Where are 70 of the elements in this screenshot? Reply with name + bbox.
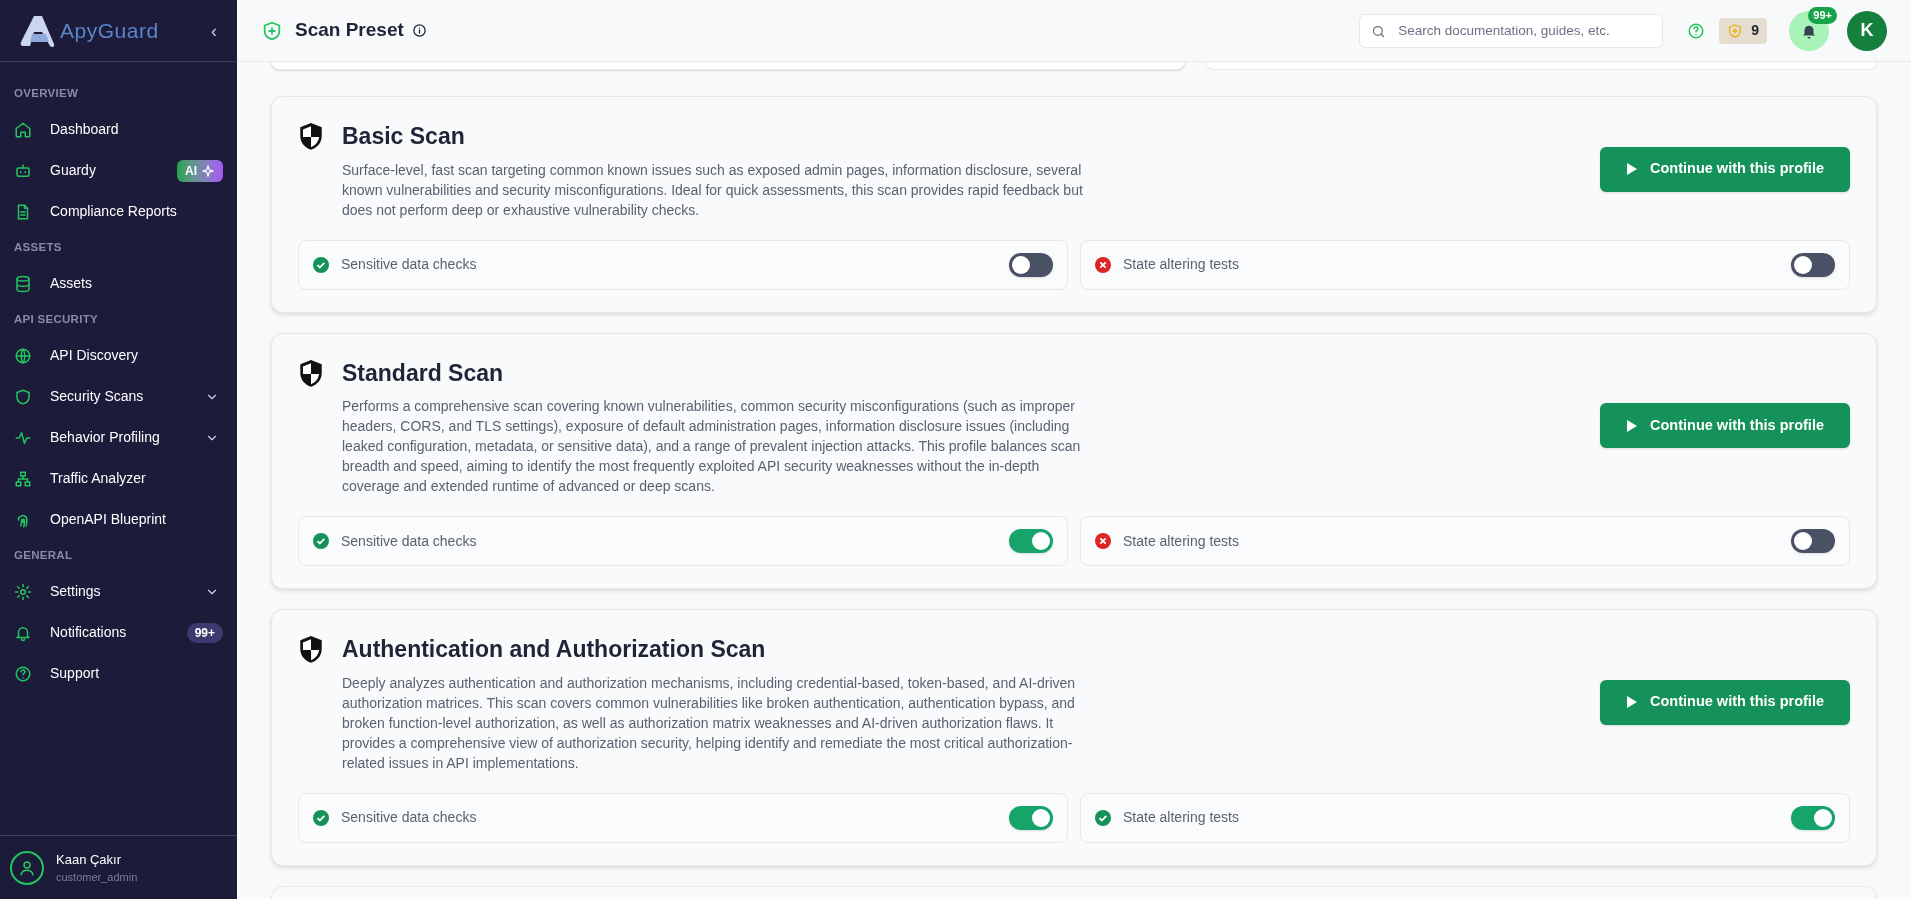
toggle-switch[interactable] — [1009, 529, 1053, 553]
card-title: Authentication and Authorization Scan — [342, 635, 767, 664]
robot-icon — [14, 161, 32, 180]
network-icon — [14, 469, 32, 488]
nav-item[interactable]: Traffic Analyzer — [6, 458, 231, 499]
shield-icon — [298, 358, 324, 389]
avatar[interactable] — [10, 850, 44, 885]
section-heading: API SECURITY — [13, 311, 99, 327]
option-label: State altering tests — [1123, 531, 1240, 551]
brand-name: ApyGuard — [60, 17, 159, 44]
user-role: customer_admin — [56, 870, 138, 885]
toggle-switch[interactable] — [1009, 252, 1053, 277]
user-name: Kaan Çakır — [56, 850, 123, 869]
count-badge: 99+ — [186, 622, 223, 643]
nav-item[interactable]: Dashboard — [6, 109, 231, 150]
toggle-switch[interactable] — [1791, 529, 1835, 553]
search-field[interactable]: Search documentation, guides, etc. — [1359, 13, 1664, 48]
nav-item[interactable]: Assets — [6, 263, 231, 304]
toggle-switch[interactable] — [1009, 805, 1053, 830]
toggle-switch[interactable] — [1791, 805, 1835, 830]
nav-item[interactable]: Behavior Profiling — [6, 417, 231, 458]
option-label: State altering tests — [1123, 808, 1240, 827]
section-heading: OVERVIEW — [13, 85, 80, 101]
shield-icon — [298, 635, 324, 665]
card-title: Basic Scan — [342, 122, 466, 151]
option-label: Sensitive data checks — [341, 255, 478, 274]
logo-icon — [20, 13, 56, 48]
play-icon — [1626, 418, 1638, 433]
play-icon — [1626, 162, 1638, 177]
shield-plus-icon — [1727, 22, 1744, 39]
section-heading: GENERAL — [13, 547, 74, 563]
card-description: Deeply analyzes authentication and authorization mechanisms, including credential-based, token-based, and AI-driven authorization matrices. This scan covers common vulnerabilities like broken authentication, authentication bypass, and broken function-level authorization, as well as authorization matrix weaknesses and AI-driven authorization flaws. It provides a comprehensive view of authorization security, helping identify and remediate the most critical authorization-related issues in API implementations. — [342, 673, 1077, 773]
help-icon — [14, 664, 32, 683]
database-icon — [14, 274, 32, 293]
shield-icon — [14, 387, 32, 406]
avatar[interactable]: K — [1847, 10, 1887, 51]
option-label: State altering tests — [1123, 255, 1240, 274]
shield-plus-icon — [261, 19, 283, 42]
home-icon — [14, 120, 32, 139]
toggle-switch[interactable] — [1791, 252, 1835, 277]
option-label: Sensitive data checks — [341, 531, 478, 551]
card-description: Performs a comprehensive scan covering known vulnerabilities, common security misconfigurations (such as improper headers, CORS, and TLS settings), exposure of default administration pages, information disclosure issues (including leaked configuration, metadata, or sensitive data), and a range of prevalent injection attacks. This profile balances scan breadth and speed, aiming to identify the most frequently exploited API security weaknesses without the in-depth coverage and extended runtime of advanced or deep scans. — [342, 397, 1082, 496]
nav-item[interactable]: Support — [6, 653, 231, 694]
play-icon — [1626, 695, 1638, 710]
search-icon — [1371, 23, 1387, 39]
info-icon — [411, 23, 427, 38]
ai-badge: AI — [177, 159, 223, 182]
nav-item[interactable]: Guardy AI — [6, 150, 231, 191]
option-label: Sensitive data checks — [341, 808, 478, 827]
nav-item[interactable]: Compliance Reports — [6, 191, 231, 232]
continue-button[interactable]: Continue with this profile — [1600, 146, 1850, 192]
continue-button[interactable]: Continue with this profile — [1600, 679, 1850, 725]
nav-item[interactable]: Notifications 99+ — [6, 612, 231, 653]
page-title: Scan Preset — [295, 18, 404, 43]
globe-icon — [14, 346, 32, 365]
shield-icon — [298, 122, 324, 152]
section-heading: ASSETS — [13, 239, 63, 255]
collapse-button[interactable]: ‹ — [211, 21, 217, 40]
credits-badge: 9 — [1719, 17, 1767, 44]
nav-item[interactable]: OpenAPI Blueprint — [6, 499, 231, 540]
nav-item[interactable]: Settings — [6, 571, 231, 612]
user-icon — [18, 858, 36, 877]
sparkle-icon — [201, 163, 215, 178]
card-title: Standard Scan — [342, 358, 505, 388]
nav-item[interactable]: API Discovery — [6, 335, 231, 376]
help-icon — [1687, 21, 1706, 40]
card-description: Surface-level, fast scan targeting common known issues such as exposed admin pages, information disclosure, several known vulnerabilities and security misconfigurations. Ideal for quick assessments, this scan provides rapid feedback but does not perform deep or exhaustive vulnerability checks. — [342, 160, 1084, 220]
count-badge: 99+ — [1808, 6, 1837, 24]
continue-button[interactable]: Continue with this profile — [1600, 403, 1850, 449]
nav-item[interactable]: Security Scans — [6, 376, 231, 417]
